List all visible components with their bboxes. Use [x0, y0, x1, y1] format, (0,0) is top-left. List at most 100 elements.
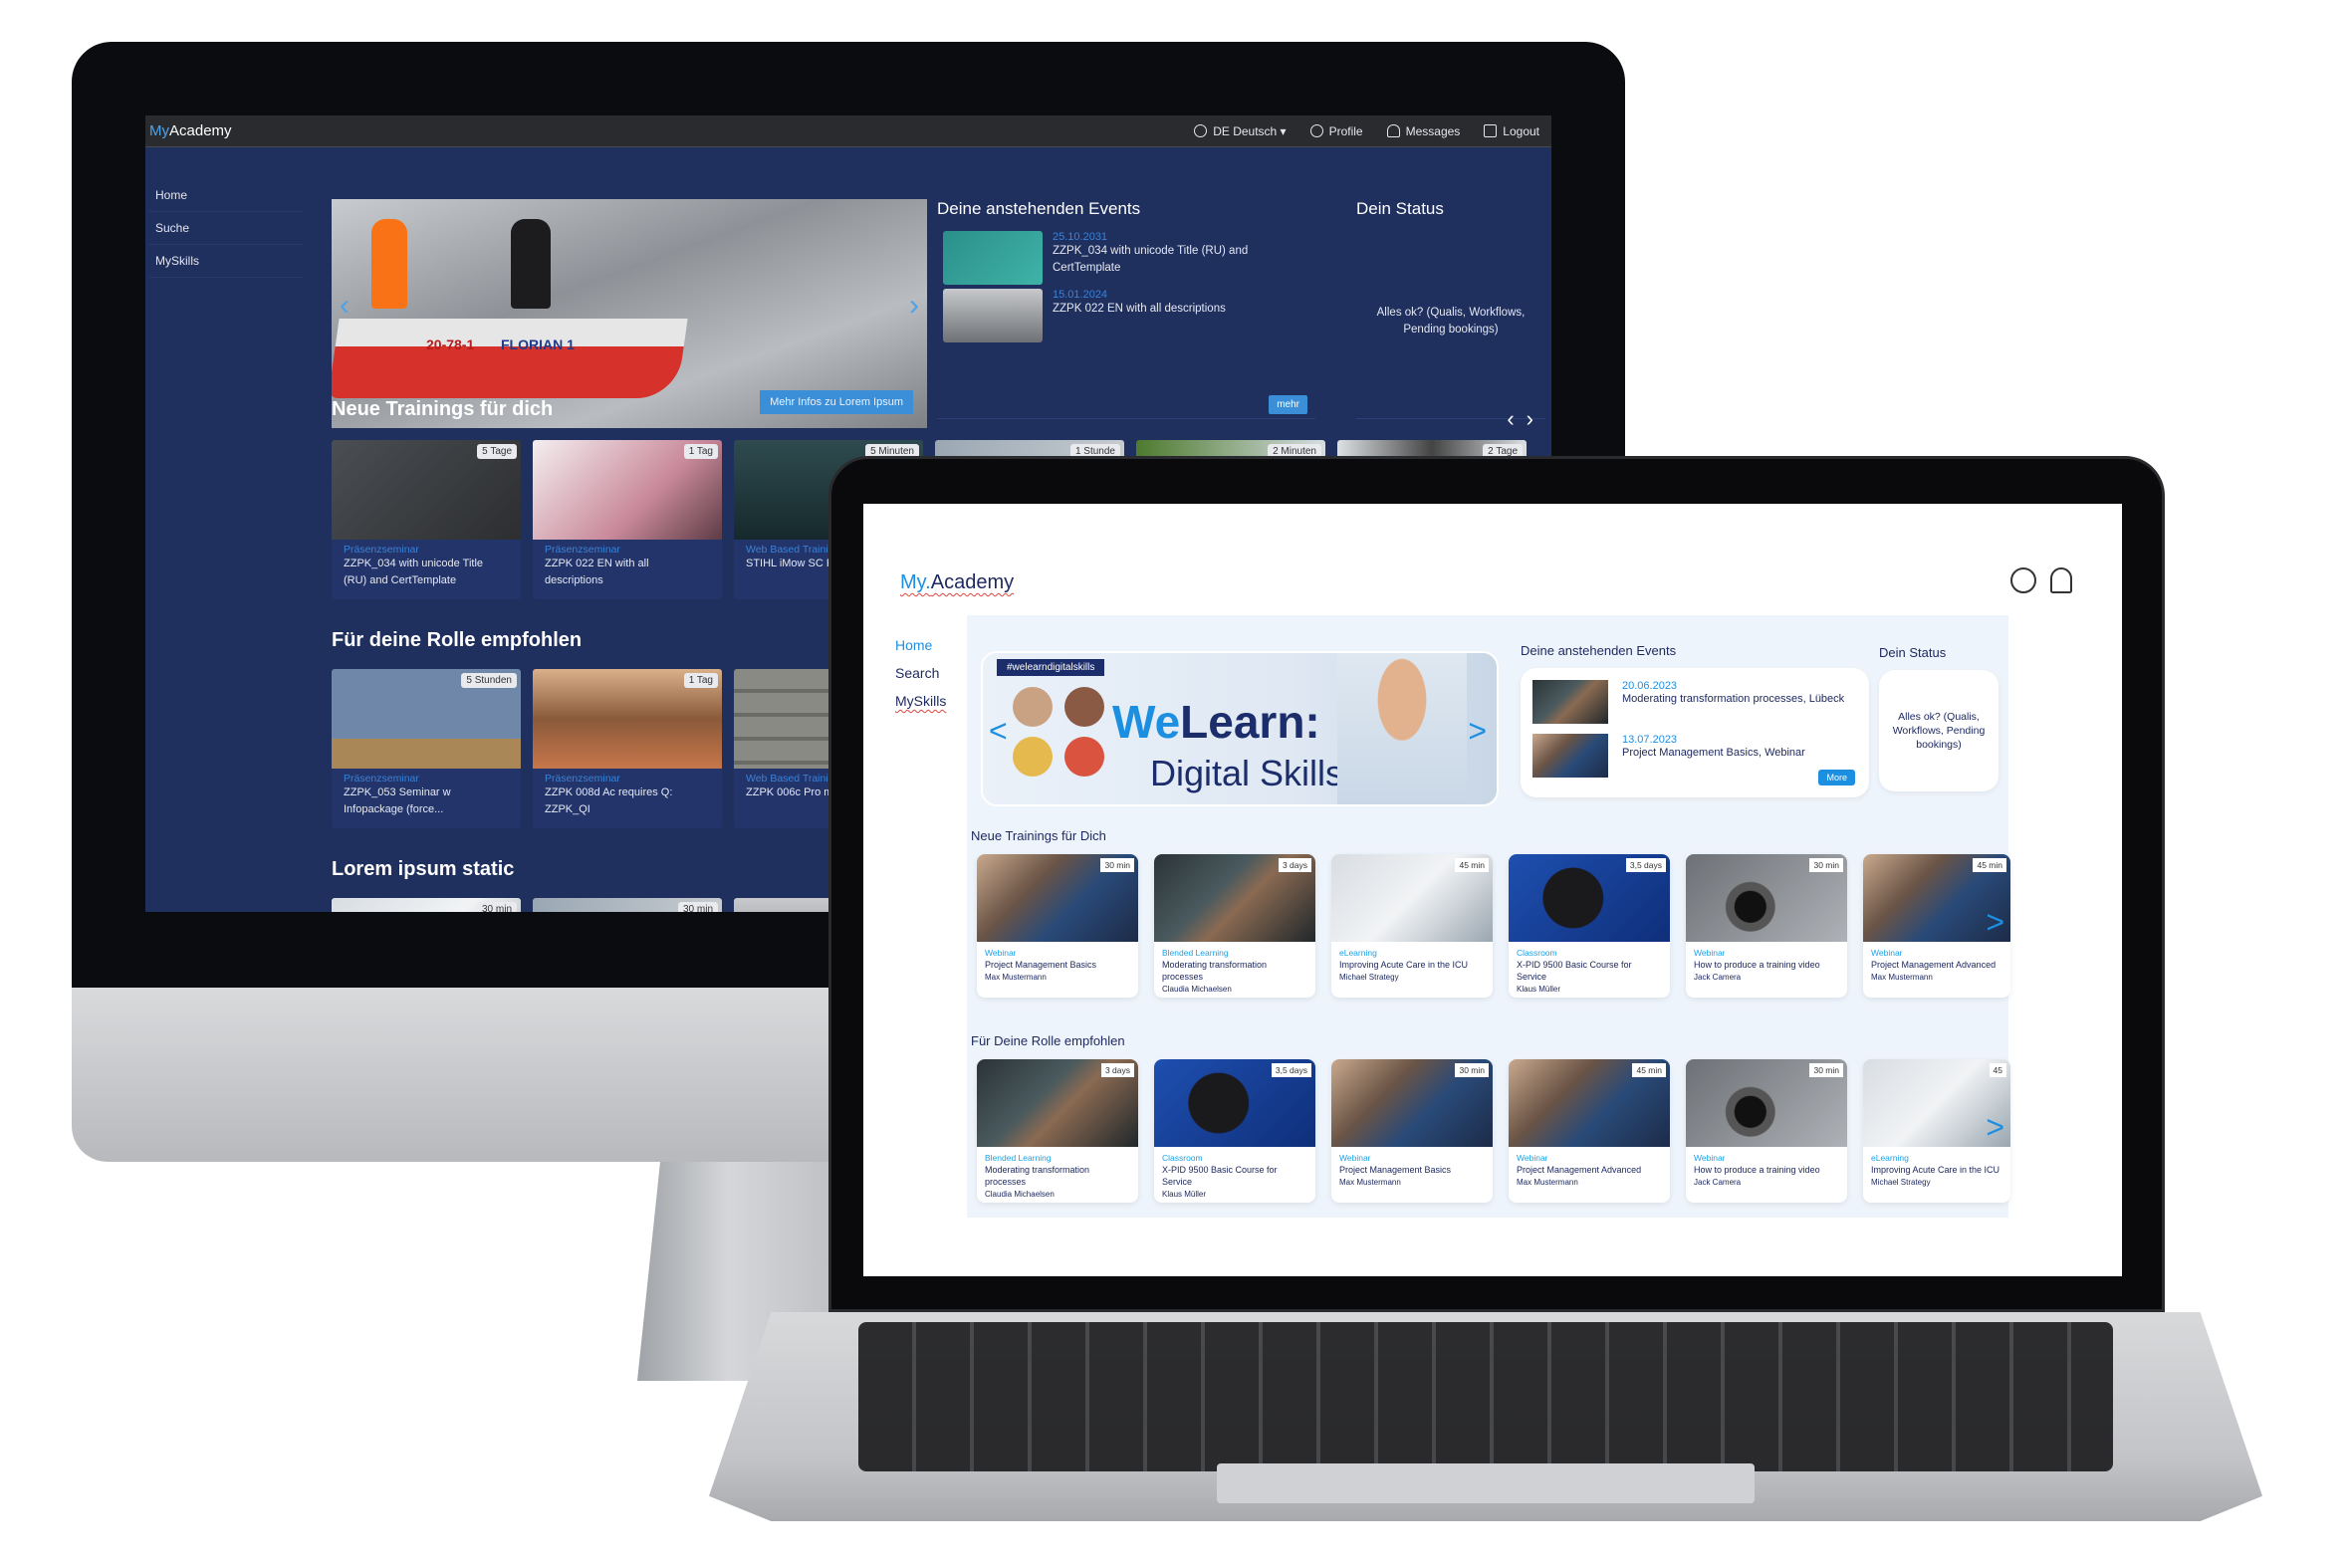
training-row: 3 days Blended Learning Moderating transfo…: [977, 1059, 2010, 1203]
card-type: eLearning: [1871, 1153, 1909, 1163]
desktop-logo[interactable]: MyAcademy: [149, 122, 232, 139]
profile-link[interactable]: Profile: [1309, 124, 1363, 138]
messages-link[interactable]: Messages: [1386, 124, 1460, 138]
upcoming-events: Deine anstehenden Events 25.10.2031 ZZPK_…: [937, 199, 1315, 433]
desktop-sidebar: Home Suche MySkills: [149, 179, 303, 278]
boat-name: FLORIAN 1: [501, 336, 575, 352]
carousel-prev-icon[interactable]: ‹: [340, 289, 350, 323]
event-item[interactable]: 20.06.2023 Moderating transformation proc…: [1532, 680, 1857, 724]
card-author: Max Mustermann: [1871, 973, 1933, 983]
user-circle-icon[interactable]: [2010, 567, 2036, 593]
sidebar-item-search[interactable]: Search: [895, 665, 946, 681]
card-title: How to produce a training video: [1694, 960, 1820, 970]
card-title: Project Management Advanced: [1871, 960, 1997, 970]
duration-badge: 30 min: [1809, 1063, 1843, 1077]
duration-badge: 45 min: [1455, 858, 1489, 872]
card-title: Improving Acute Care in the ICU: [1871, 1165, 2000, 1175]
duration-badge: 30 min: [1100, 858, 1134, 872]
training-card[interactable]: 30 min: [533, 898, 722, 912]
event-item[interactable]: 13.07.2023 Project Management Basics, Web…: [1532, 734, 1857, 778]
event-item[interactable]: 15.01.2024 ZZPK 022 EN with all descripti…: [943, 289, 1309, 342]
duration-badge: 45: [1989, 1063, 2006, 1077]
card-title: X-PID 9500 Basic Course for Service: [1162, 1165, 1278, 1188]
logout-icon: [1484, 124, 1498, 137]
training-card[interactable]: 3 days Blended Learning Moderating transfo…: [977, 1059, 1138, 1203]
carousel-prev-icon[interactable]: <: [989, 713, 1008, 750]
section-heading: Lorem ipsum static: [332, 858, 515, 880]
laptop-sidebar: Home Search MySkills: [895, 637, 946, 721]
status-heading: Dein Status: [1879, 645, 1947, 660]
carousel-next-icon[interactable]: ›: [909, 289, 919, 323]
laptop-trackpad: [1217, 1463, 1755, 1503]
card-title: ZZPK 008d Ac requires Q: ZZPK_QI: [545, 786, 673, 816]
training-card[interactable]: 1 Tag Präsenzseminar ZZPK 008d Ac requires…: [533, 669, 722, 828]
events-more-button[interactable]: More: [1818, 770, 1855, 785]
laptop-screen: My.Academy Home Search MySkills #welearn…: [863, 504, 2122, 1276]
status-text: Alles ok? (Qualis, Workflows, Pending bo…: [1879, 670, 1999, 791]
header-icons: [2010, 567, 2072, 593]
device-mockup: MyAcademy DE Deutsch ▾ Profile Messages …: [0, 0, 2352, 1568]
event-thumbnail: [1532, 734, 1608, 778]
card-author: Claudia Michaelsen: [1162, 985, 1232, 995]
avatar: [1013, 687, 1053, 727]
section-heading: Neue Trainings für dich: [332, 398, 554, 420]
training-card[interactable]: 3,5 days Classroom X-PID 9500 Basic Course…: [1154, 1059, 1315, 1203]
card-type: Präsenzseminar: [545, 773, 620, 784]
avatar: [1064, 737, 1104, 777]
training-card[interactable]: 30 min Webinar Project Management Basics Ma…: [1331, 1059, 1493, 1203]
chevron-right-icon[interactable]: ›: [1527, 406, 1533, 432]
chevron-right-icon[interactable]: >: [1986, 904, 2004, 941]
training-card[interactable]: 45 min eLearning Improving Acute Care in t…: [1331, 854, 1493, 998]
sidebar-item-myskills[interactable]: MySkills: [895, 693, 946, 709]
event-thumbnail: [943, 289, 1043, 342]
card-author: Max Mustermann: [1517, 1178, 1578, 1188]
chevron-left-icon[interactable]: ‹: [1507, 406, 1514, 432]
hero-cta-button[interactable]: Mehr Infos zu Lorem Ipsum: [760, 390, 913, 414]
training-card[interactable]: 5 Stunden Präsenzseminar ZZPK_053 Seminar …: [332, 669, 521, 828]
sidebar-item-home[interactable]: Home: [895, 637, 946, 653]
card-type: Classroom: [1162, 1153, 1203, 1163]
training-card[interactable]: 45 min Webinar Project Management Advanced…: [1509, 1059, 1670, 1203]
card-type: Präsenzseminar: [344, 544, 419, 556]
duration-badge: 1 Tag: [683, 444, 718, 459]
duration-badge: 45 min: [1973, 858, 2006, 872]
laptop-logo[interactable]: My.Academy: [900, 571, 1014, 594]
duration-badge: 3,5 days: [1271, 1063, 1311, 1077]
sidebar-item-myskills[interactable]: MySkills: [149, 245, 303, 278]
card-type: Webinar: [1517, 1153, 1548, 1163]
status-panel: Dein Status Alles ok? (Qualis, Workflows…: [1356, 199, 1545, 419]
event-date: 25.10.2031: [1053, 231, 1108, 243]
bell-icon[interactable]: [2050, 567, 2072, 593]
events-more-button[interactable]: mehr: [1269, 395, 1307, 414]
duration-badge: 3 days: [1100, 1063, 1134, 1077]
logout-link[interactable]: Logout: [1484, 124, 1539, 138]
card-title: ZZPK 022 EN with all descriptions: [545, 558, 649, 587]
sidebar-item-search[interactable]: Suche: [149, 212, 303, 245]
card-author: Jack Camera: [1694, 1178, 1742, 1188]
sidebar-item-home[interactable]: Home: [149, 179, 303, 212]
event-item[interactable]: 25.10.2031 ZZPK_034 with unicode Title (R…: [943, 231, 1309, 285]
profile-icon: [1309, 124, 1323, 137]
events-heading: Deine anstehenden Events: [937, 199, 1141, 218]
training-card[interactable]: 3,5 days Classroom X-PID 9500 Basic Course…: [1509, 854, 1670, 998]
card-author: Jack Camera: [1694, 973, 1742, 983]
carousel-next-icon[interactable]: >: [1468, 713, 1487, 750]
card-type: Webinar: [1694, 948, 1726, 958]
training-card[interactable]: 30 min: [332, 898, 521, 912]
card-author: Michael Strategy: [1871, 1178, 1931, 1188]
card-type: Präsenzseminar: [344, 773, 419, 784]
training-card[interactable]: 3 days Blended Learning Moderating transfo…: [1154, 854, 1315, 998]
hero-image-person: [511, 219, 551, 309]
training-card[interactable]: 30 min Webinar How to produce a training v…: [1686, 1059, 1847, 1203]
training-card[interactable]: 1 Tag Präsenzseminar ZZPK 022 EN with all …: [533, 440, 722, 599]
card-author: Michael Strategy: [1339, 973, 1399, 983]
training-card[interactable]: 30 min Webinar How to produce a training v…: [1686, 854, 1847, 998]
chevron-right-icon[interactable]: >: [1986, 1109, 2004, 1146]
duration-badge: 5 Stunden: [461, 673, 517, 688]
language-selector[interactable]: DE Deutsch ▾: [1194, 124, 1287, 138]
upcoming-events: Deine anstehenden Events 20.06.2023 Moder…: [1521, 643, 1869, 797]
training-card[interactable]: 5 Tage Präsenzseminar ZZPK_034 with unicod…: [332, 440, 521, 599]
training-card[interactable]: 30 min Webinar Project Management Basics Ma…: [977, 854, 1138, 998]
card-title: ZZPK_034 with unicode Title (RU) and Cer…: [344, 558, 484, 587]
card-title: Improving Acute Care in the ICU: [1339, 960, 1469, 970]
